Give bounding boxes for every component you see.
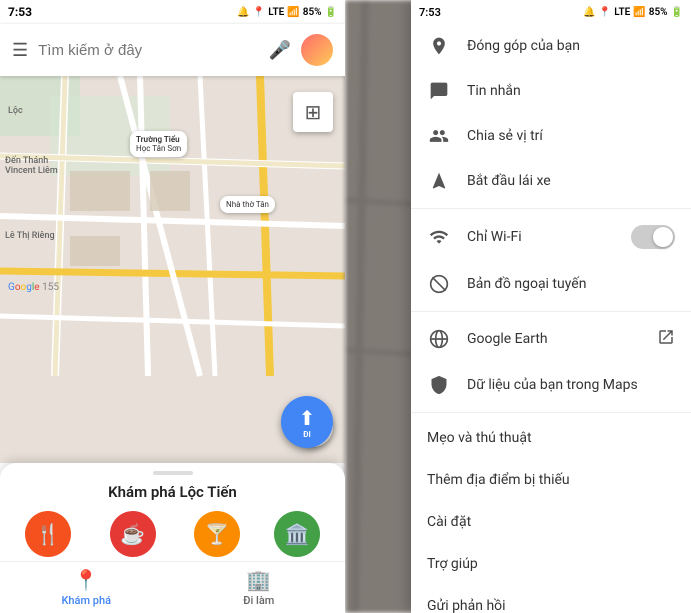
commute-icon: 🏢: [246, 568, 271, 592]
search-bar[interactable]: ☰ 🎤: [0, 24, 345, 76]
status-bar-left: 7:53 🔔 📍 LTE 📶 85% 🔋: [0, 0, 345, 24]
bar-icon: 🍸: [194, 511, 240, 557]
menu-add-place[interactable]: Thêm địa điểm bị thiếu: [411, 459, 691, 501]
menu-settings[interactable]: Cài đặt: [411, 501, 691, 543]
restaurant-icon: 🍴: [25, 511, 71, 557]
your-data-icon: [427, 375, 451, 395]
toggle-knob: [653, 227, 673, 247]
your-data-text: Dữ liệu của bạn trong Maps: [467, 377, 675, 393]
menu-item-offline-maps[interactable]: Bản đồ ngoại tuyến: [411, 262, 691, 307]
map-label-3: Lê Thị Riêng: [5, 231, 55, 241]
menu-item-your-data[interactable]: Dữ liệu của bạn trong Maps: [411, 363, 691, 408]
school-marker: Trường Tiểu Học Tân Sơn: [130, 131, 187, 157]
menu-status-bar: 7:53 🔔 📍 LTE 📶 85% 🔋: [411, 0, 691, 24]
microphone-icon[interactable]: 🎤: [269, 40, 291, 61]
church-marker: Nhà thờ Tân: [220, 196, 275, 213]
landmark-icon: 🏛️: [274, 511, 320, 557]
menu-item-share-location[interactable]: Chia sẻ vị trí: [411, 114, 691, 159]
explore-label: Khám phá: [61, 594, 111, 607]
right-panel: ⊞ ◎ ⬆ 🏛️ 7:53 🔔 📍 LTE 📶 85% 🔋 Đóng góp c…: [345, 0, 691, 613]
directions-icon: ⬆: [299, 406, 316, 430]
menu-help[interactable]: Trợ giúp: [411, 543, 691, 585]
avatar[interactable]: [301, 34, 333, 66]
divider-1: [411, 208, 691, 209]
google-earth-icon: [427, 329, 451, 349]
menu-panel: 7:53 🔔 📍 LTE 📶 85% 🔋 Đóng góp của bạn Ti…: [411, 0, 691, 613]
divider-2: [411, 311, 691, 312]
contribution-icon: [427, 36, 451, 56]
google-logo: Google 155: [8, 282, 59, 293]
wifi-toggle[interactable]: [631, 225, 675, 249]
left-panel: 7:53 🔔 📍 LTE 📶 85% 🔋 ☰ 🎤: [0, 0, 345, 613]
directions-label: ĐI: [303, 430, 311, 439]
layers-button[interactable]: ⊞: [293, 92, 333, 132]
hamburger-icon[interactable]: ☰: [12, 40, 28, 61]
map-label-1: Lộc: [8, 106, 23, 116]
menu-time: 7:53: [419, 6, 441, 19]
sheet-title: Khám phá Lộc Tiến: [0, 483, 345, 501]
share-location-text: Chia sẻ vị trí: [467, 128, 675, 144]
offline-maps-text: Bản đồ ngoại tuyến: [467, 276, 675, 292]
menu-item-google-earth[interactable]: Google Earth: [411, 316, 691, 363]
menu-item-start-driving[interactable]: Bắt đầu lái xe: [411, 159, 691, 204]
contribution-text: Đóng góp của bạn: [467, 38, 675, 54]
start-driving-icon: [427, 171, 451, 191]
offline-maps-icon: [427, 274, 451, 294]
status-icons-left: 🔔 📍 LTE 📶 85% 🔋: [237, 7, 337, 18]
bottom-navigation: 📍 Khám phá 🏢 Đi làm: [0, 561, 345, 613]
menu-status-icons: 🔔 📍 LTE 📶 85% 🔋: [583, 7, 683, 18]
google-earth-text: Google Earth: [467, 331, 641, 347]
start-driving-text: Bắt đầu lái xe: [467, 173, 675, 189]
divider-3: [411, 412, 691, 413]
directions-button[interactable]: ⬆ ĐI: [281, 396, 333, 448]
menu-tips[interactable]: Mẹo và thú thuật: [411, 417, 691, 459]
wifi-icon: [427, 227, 451, 247]
share-location-icon: [427, 126, 451, 146]
menu-feedback[interactable]: Gửi phản hồi: [411, 585, 691, 613]
sheet-handle: [153, 471, 193, 475]
map-label-2: Đến ThánhVincent Liêm: [5, 156, 58, 176]
external-link-icon: [657, 328, 675, 350]
menu-item-wifi-only[interactable]: Chỉ Wi-Fi: [411, 213, 691, 262]
nav-commute[interactable]: 🏢 Đi làm: [173, 562, 346, 613]
commute-label: Đi làm: [243, 594, 274, 607]
menu-item-contribution[interactable]: Đóng góp của bạn: [411, 24, 691, 69]
menu-item-messages[interactable]: Tin nhắn: [411, 69, 691, 114]
search-input[interactable]: [38, 42, 258, 59]
nav-explore[interactable]: 📍 Khám phá: [0, 562, 173, 613]
wifi-only-text: Chỉ Wi-Fi: [467, 229, 615, 245]
time-left: 7:53: [8, 5, 32, 19]
cafe-icon: ☕: [110, 511, 156, 557]
explore-icon: 📍: [74, 568, 99, 592]
messages-icon: [427, 81, 451, 101]
messages-text: Tin nhắn: [467, 83, 675, 99]
